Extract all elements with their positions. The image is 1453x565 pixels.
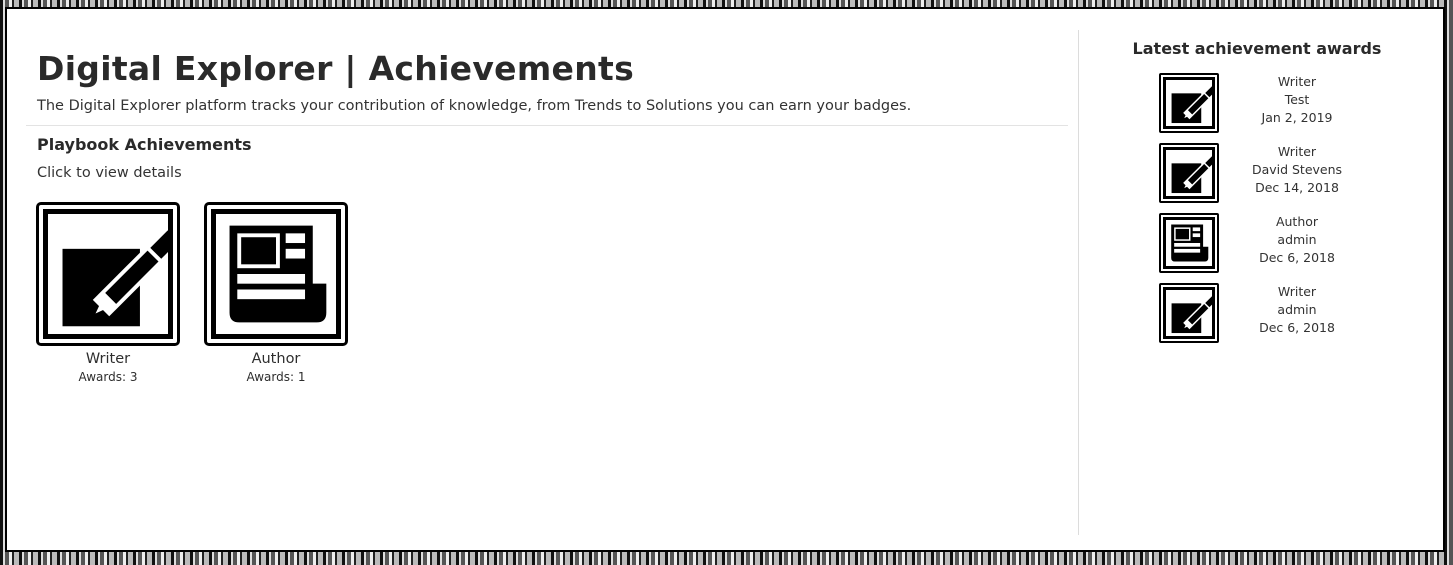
badge-award-count: Awards: 3 (78, 370, 138, 384)
writer-pencil-icon (1171, 295, 1212, 334)
badge-name: Writer (85, 351, 131, 367)
award-user: admin (1277, 302, 1317, 317)
award-badge-name: Writer (1277, 284, 1317, 299)
award-item[interactable]: Writer Test Jan 2, 2019 (1159, 73, 1399, 133)
award-date: Dec 6, 2018 (1259, 320, 1335, 335)
award-user: admin (1277, 232, 1317, 247)
writer-badge-frame[interactable] (36, 202, 180, 346)
author-badge-frame[interactable] (204, 202, 348, 346)
author-newspaper-icon (229, 225, 327, 323)
badge-award-count: Awards: 1 (246, 370, 306, 384)
award-date: Dec 6, 2018 (1259, 250, 1335, 265)
writer-pencil-icon (1171, 155, 1212, 194)
award-badge-name: Author (1275, 214, 1319, 229)
badge-card-writer[interactable]: Writer Awards: 3 (33, 202, 183, 384)
award-date: Dec 14, 2018 (1255, 180, 1339, 195)
page-subtitle: The Digital Explorer platform tracks you… (37, 98, 912, 114)
award-user: Test (1284, 92, 1310, 107)
page-title: Digital Explorer | Achievements (37, 49, 635, 88)
writer-pencil-icon (1171, 85, 1212, 124)
latest-awards-heading: Latest achievement awards (1132, 39, 1382, 58)
writer-badge-thumbnail[interactable] (1159, 143, 1219, 203)
writer-badge-thumbnail[interactable] (1159, 283, 1219, 343)
award-item[interactable]: Writer admin Dec 6, 2018 (1159, 283, 1399, 343)
badge-name: Author (251, 351, 301, 367)
writer-badge-thumbnail[interactable] (1159, 73, 1219, 133)
author-badge-thumbnail[interactable] (1159, 213, 1219, 273)
award-badge-name: Writer (1277, 144, 1317, 159)
achievements-panel: Digital Explorer | Achievements The Digi… (5, 7, 1445, 552)
writer-pencil-icon (62, 228, 168, 327)
award-badge-name: Writer (1277, 74, 1317, 89)
award-date: Jan 2, 2019 (1261, 110, 1333, 125)
award-user: David Stevens (1251, 162, 1343, 177)
author-newspaper-icon (1171, 224, 1209, 262)
award-item[interactable]: Author admin Dec 6, 2018 (1159, 213, 1399, 273)
badge-card-author[interactable]: Author Awards: 1 (201, 202, 351, 384)
click-hint: Click to view details (37, 165, 182, 181)
header-divider (26, 125, 1068, 126)
sidebar-divider (1078, 30, 1079, 535)
award-item[interactable]: Writer David Stevens Dec 14, 2018 (1159, 143, 1399, 203)
playbook-achievements-heading: Playbook Achievements (37, 135, 252, 154)
